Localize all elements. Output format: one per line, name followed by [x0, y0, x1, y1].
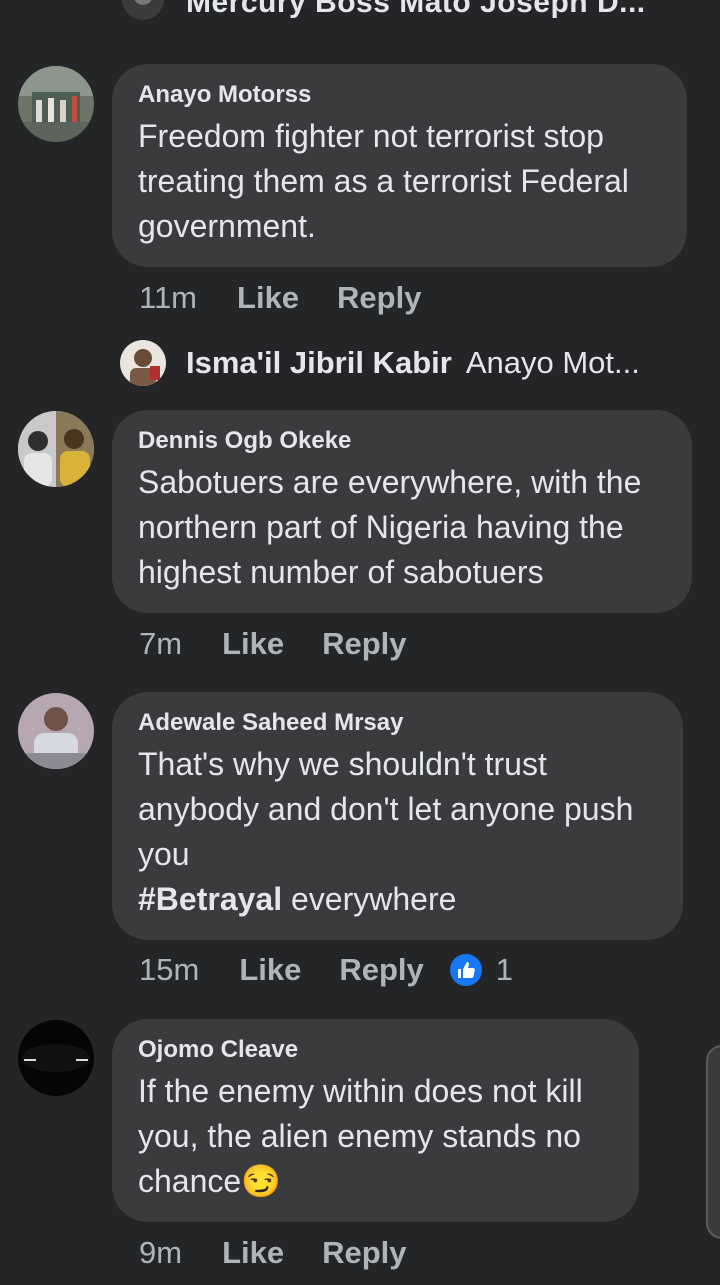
reply-text: Anayo Mot...: [465, 345, 640, 380]
avatar[interactable]: [18, 411, 94, 487]
comment-line: Sabotuers are everywhere, with the: [138, 464, 642, 500]
reaction-count[interactable]: 1: [496, 952, 513, 988]
avatar[interactable]: [122, 0, 164, 20]
comment-line: anybody and don't let anyone push: [138, 791, 634, 827]
reply-button[interactable]: Reply: [339, 952, 423, 988]
comment-line: northern part of Nigeria having the: [138, 509, 624, 545]
comment-text: That's why we shouldn't trust anybody an…: [138, 742, 657, 922]
comment-author[interactable]: Ojomo Cleave: [138, 1035, 613, 1065]
reply-author[interactable]: Isma'il Jibril Kabir: [186, 345, 452, 381]
comment-text: Sabotuers are everywhere, with the north…: [138, 460, 666, 595]
like-button[interactable]: Like: [239, 952, 301, 988]
comment-timestamp[interactable]: 7m: [139, 626, 182, 662]
like-icon[interactable]: [447, 952, 484, 988]
comment-line: Freedom fighter not terrorist stop: [138, 118, 604, 154]
comment-text: If the enemy within does not kill you, t…: [138, 1069, 613, 1204]
comment-actions: 11m Like Reply: [139, 280, 421, 316]
comment-actions: 9m Like Reply: [139, 1235, 407, 1271]
scroll-handle[interactable]: [706, 1045, 720, 1239]
comment-timestamp[interactable]: 15m: [139, 952, 199, 988]
comment-line: That's why we shouldn't trust: [138, 746, 547, 782]
avatar[interactable]: [18, 66, 94, 142]
comment-bubble[interactable]: Dennis Ogb Okeke Sabotuers are everywher…: [112, 410, 692, 613]
comment-bubble[interactable]: Anayo Motorss Freedom fighter not terror…: [112, 64, 687, 267]
comment-author[interactable]: Anayo Motorss: [138, 80, 661, 110]
comment-line: you, the alien enemy stands no: [138, 1118, 581, 1154]
comment-line-text: chance: [138, 1163, 242, 1199]
avatar[interactable]: [18, 1020, 94, 1096]
comment-author[interactable]: Dennis Ogb Okeke: [138, 426, 666, 456]
comment-actions: 7m Like Reply: [139, 626, 407, 662]
comment-text-cut: Mercury Boss Mato Joseph D...: [186, 0, 646, 19]
reply-button[interactable]: Reply: [322, 626, 406, 662]
avatar[interactable]: [18, 693, 94, 769]
comment-timestamp[interactable]: 9m: [139, 1235, 182, 1271]
comment-line: #Betrayal everywhere: [138, 877, 657, 922]
comment-line: If the enemy within does not kill: [138, 1073, 583, 1109]
comment-author[interactable]: Adewale Saheed Mrsay: [138, 708, 657, 738]
comment-bubble[interactable]: Adewale Saheed Mrsay That's why we shoul…: [112, 692, 683, 940]
hashtag-link[interactable]: #Betrayal: [138, 881, 282, 917]
comment-line: you: [138, 836, 190, 872]
reply-button[interactable]: Reply: [322, 1235, 406, 1271]
like-button[interactable]: Like: [237, 280, 299, 316]
comment-line: highest number of sabotuers: [138, 554, 544, 590]
like-button[interactable]: Like: [222, 626, 284, 662]
avatar[interactable]: [120, 340, 166, 386]
like-button[interactable]: Like: [222, 1235, 284, 1271]
comment-actions: 15m Like Reply 1: [139, 952, 513, 988]
comment-line-rest: everywhere: [282, 881, 457, 917]
smirk-emoji-icon: 😏: [241, 1163, 282, 1199]
comment-line: treating them as a terrorist Federal: [138, 163, 629, 199]
comment-text: Freedom fighter not terrorist stop treat…: [138, 114, 661, 249]
comment-timestamp[interactable]: 11m: [139, 280, 197, 316]
comment-line: chance😏: [138, 1159, 613, 1204]
reply-button[interactable]: Reply: [337, 280, 421, 316]
reply-preview[interactable]: Isma'il Jibril Kabir Anayo Mot...: [120, 338, 640, 388]
previous-comment-cut: Mercury Boss Mato Joseph D...: [0, 0, 720, 40]
comment-bubble[interactable]: Ojomo Cleave If the enemy within does no…: [112, 1019, 639, 1222]
comment-line: government.: [138, 208, 316, 244]
